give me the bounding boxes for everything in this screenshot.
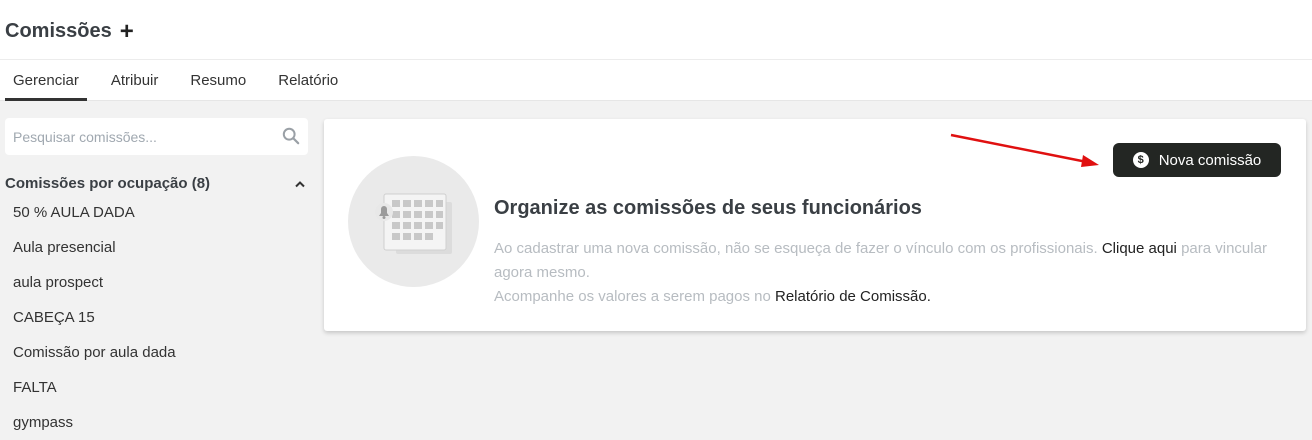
card-heading: Organize as comissões de seus funcionári… — [494, 197, 922, 219]
list-item[interactable]: Aula presencial — [5, 230, 308, 265]
empty-state-card: Organize as comissões de seus funcionári… — [324, 119, 1306, 331]
relatorio-link[interactable]: Relatório de Comissão. — [775, 288, 931, 305]
tab-atribuir[interactable]: Atribuir — [103, 60, 175, 101]
tab-gerenciar[interactable]: Gerenciar — [5, 60, 87, 101]
search-input[interactable] — [13, 128, 300, 145]
card-description: Ao cadastrar uma nova comissão, não se e… — [494, 237, 1284, 309]
search-icon[interactable] — [282, 127, 300, 145]
line1-text: Ao cadastrar uma nova comissão, não se e… — [494, 240, 1098, 257]
group-header-ocupacao[interactable]: Comissões por ocupação (8) — [5, 175, 308, 192]
dollar-icon: $ — [1132, 152, 1149, 168]
add-icon[interactable]: + — [120, 19, 134, 43]
list-item[interactable]: CABEÇA 15 — [5, 300, 308, 335]
tab-bar: Gerenciar Atribuir Resumo Relatório — [5, 60, 362, 101]
list-item[interactable]: aula prospect — [5, 265, 308, 300]
annotation-arrow-icon — [950, 133, 1099, 167]
new-commission-button[interactable]: $ Nova comissão — [1113, 143, 1281, 177]
sidebar: Comissões por ocupação (8) 50 % AULA DAD… — [5, 118, 308, 440]
commission-list: 50 % AULA DADA Aula presencial aula pros… — [5, 195, 308, 440]
title-row: Comissões + — [5, 19, 134, 43]
search-box — [5, 118, 308, 155]
line2-text: Acompanhe os valores a serem pagos no — [494, 288, 771, 305]
clique-aqui-link[interactable]: Clique aqui — [1102, 240, 1177, 257]
top-header: Comissões + Gerenciar Atribuir Resumo Re… — [0, 0, 1312, 101]
chevron-up-icon[interactable] — [294, 180, 306, 188]
new-commission-label: Nova comissão — [1158, 151, 1262, 169]
group-title: Comissões por ocupação (8) — [5, 175, 211, 192]
tab-resumo[interactable]: Resumo — [182, 60, 262, 101]
list-item[interactable]: 50 % AULA DADA — [5, 195, 308, 230]
calendar-illustration-icon — [348, 156, 479, 287]
tab-relatorio[interactable]: Relatório — [270, 60, 354, 101]
page-title: Comissões — [5, 20, 112, 42]
list-item[interactable]: Comissão por aula dada — [5, 335, 308, 370]
list-item[interactable]: FALTA — [5, 370, 308, 405]
list-item[interactable]: gympass — [5, 405, 308, 440]
